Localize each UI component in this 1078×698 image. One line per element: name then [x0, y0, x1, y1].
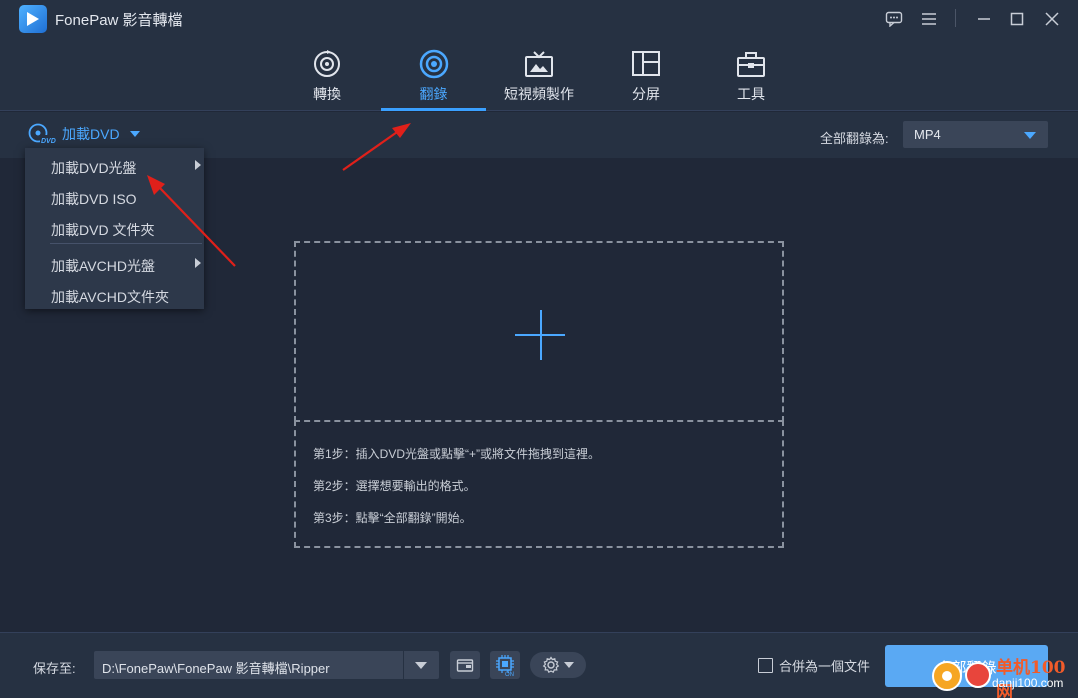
menu-item-load-dvd-folder[interactable]: 加載DVD 文件夾	[25, 212, 204, 242]
menu-item-label: 加載DVD光盤	[51, 160, 137, 176]
ripper-icon	[418, 48, 450, 80]
checkbox[interactable]	[758, 658, 773, 673]
add-file-dropzone[interactable]	[294, 241, 784, 422]
tab-convert-label: 轉換	[313, 86, 341, 102]
watermark-logo-icon	[965, 662, 991, 688]
menu-icon[interactable]	[916, 6, 942, 32]
svg-text:ON: ON	[505, 672, 514, 676]
main-nav: 轉換 翻錄 短視頻製作 分屏 工具	[0, 40, 1078, 111]
merge-label: 合併為一個文件	[779, 659, 871, 674]
tab-split-screen[interactable]: 分屏	[625, 40, 667, 111]
svg-text:DVD: DVD	[41, 138, 56, 145]
gear-icon	[542, 656, 560, 674]
maximize-icon[interactable]	[1004, 6, 1030, 32]
bottom-bar: 保存至: D:\FonePaw\FonePaw 影音轉檔\Ripper ON 合…	[0, 632, 1078, 698]
split-screen-icon	[630, 48, 662, 80]
chevron-down-icon	[129, 131, 140, 137]
tab-convert[interactable]: 轉換	[306, 40, 348, 111]
output-path-value: D:\FonePaw\FonePaw 影音轉檔\Ripper	[102, 661, 330, 676]
feedback-icon[interactable]	[881, 6, 907, 32]
menu-item-load-avchd-disc[interactable]: 加載AVCHD光盤	[25, 248, 204, 278]
convert-disc-icon	[311, 48, 343, 80]
folder-icon	[456, 659, 474, 672]
step-3-text: 第3步：點擊“全部翻錄”開始。	[313, 511, 472, 525]
toolbox-icon	[735, 48, 767, 80]
active-tab-indicator	[381, 108, 486, 111]
title-bar: FonePaw 影音轉檔	[0, 0, 1078, 40]
menu-item-label: 加載DVD ISO	[51, 191, 137, 207]
tab-short-video[interactable]: 短視頻製作	[504, 40, 574, 111]
tab-split-screen-label: 分屏	[632, 86, 660, 102]
site-watermark: 单机100网 danji100.com	[932, 652, 1078, 698]
menu-item-load-dvd-iso[interactable]: 加載DVD ISO	[25, 181, 204, 211]
chevron-down-icon	[1024, 132, 1036, 139]
dvd-icon: DVD	[28, 123, 56, 145]
tv-icon	[523, 48, 555, 80]
tab-ripper-label: 翻錄	[419, 86, 448, 102]
tab-tools[interactable]: 工具	[730, 40, 772, 111]
save-to-label: 保存至:	[33, 661, 76, 676]
output-format-label: 全部翻錄為:	[820, 131, 889, 146]
load-dvd-label: 加載DVD	[62, 126, 120, 142]
merge-into-one-file-checkbox[interactable]: 合併為一個文件	[758, 656, 870, 675]
settings-button[interactable]	[530, 652, 586, 678]
submenu-arrow-icon	[195, 160, 201, 170]
app-title: FonePaw 影音轉檔	[55, 12, 183, 29]
menu-item-load-dvd-disc[interactable]: 加載DVD光盤	[25, 150, 204, 180]
tab-tools-label: 工具	[737, 86, 765, 102]
watermark-logo-icon	[932, 661, 962, 691]
output-path-select[interactable]: D:\FonePaw\FonePaw 影音轉檔\Ripper	[94, 651, 439, 679]
instructions-panel: 第1步：插入DVD光盤或點擊“+”或將文件拖拽到這裡。 第2步：選擇想要輸出的格…	[294, 420, 784, 548]
menu-item-load-avchd-folder[interactable]: 加載AVCHD文件夾	[25, 279, 204, 309]
load-dvd-button[interactable]: DVD 加載DVD	[28, 123, 140, 145]
watermark-url: danji100.com	[992, 676, 1064, 690]
open-folder-button[interactable]	[450, 651, 480, 679]
menu-item-label: 加載AVCHD文件夾	[51, 289, 169, 305]
title-separator	[955, 9, 956, 27]
cpu-icon: ON	[496, 655, 514, 676]
tab-ripper[interactable]: 翻錄	[381, 40, 486, 111]
chevron-down-icon[interactable]	[415, 662, 427, 669]
step-1-text: 第1步：插入DVD光盤或點擊“+”或將文件拖拽到這裡。	[313, 447, 601, 461]
menu-item-label: 加載DVD 文件夾	[51, 222, 155, 238]
app-logo-icon	[19, 5, 47, 33]
step-2-text: 第2步：選擇想要輸出的格式。	[313, 479, 476, 493]
menu-divider	[50, 243, 202, 244]
path-divider	[403, 651, 404, 679]
hardware-acceleration-button[interactable]: ON	[490, 651, 520, 679]
minimize-icon[interactable]	[971, 6, 997, 32]
plus-icon-bar	[515, 334, 565, 336]
close-icon[interactable]	[1039, 6, 1065, 32]
output-format-select[interactable]: MP4	[903, 121, 1048, 148]
load-dvd-menu: 加載DVD光盤 加載DVD ISO 加載DVD 文件夾 加載AVCHD光盤 加載…	[25, 148, 204, 309]
submenu-arrow-icon	[195, 258, 201, 268]
menu-item-label: 加載AVCHD光盤	[51, 258, 155, 274]
chevron-down-icon	[564, 662, 574, 668]
tab-short-video-label: 短視頻製作	[504, 86, 574, 102]
output-format-value: MP4	[914, 127, 941, 142]
